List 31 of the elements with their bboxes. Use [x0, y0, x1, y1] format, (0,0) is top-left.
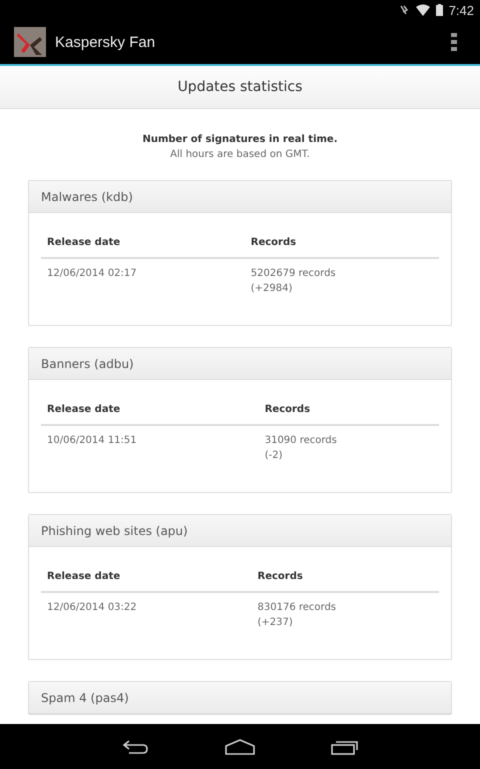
- column-header: Release date: [41, 563, 252, 592]
- records-cell-text: 5202679 records: [250, 267, 337, 281]
- card-title: Banners (adbu): [41, 356, 134, 370]
- date-cell: 12/06/2014 02:17: [47, 268, 137, 279]
- app-title: Kaspersky Fan: [55, 34, 156, 50]
- overflow-menu-icon[interactable]: [451, 33, 457, 51]
- column-header: Records: [252, 563, 439, 592]
- change-cell-text: (+2984): [250, 282, 294, 296]
- date-cell: 12/06/2014 03:22: [47, 602, 137, 613]
- back-icon[interactable]: [121, 738, 149, 754]
- records-cell-text: 830176 records: [258, 601, 338, 615]
- page-title: Updates statistics: [178, 79, 302, 95]
- card-title: Phishing web sites (apu): [41, 524, 188, 538]
- battery-icon: [436, 4, 443, 16]
- change-cell-text: (+237): [258, 616, 294, 630]
- intro-note: All hours are based on GMT.: [169, 149, 311, 160]
- app-logo-icon[interactable]: [14, 27, 46, 57]
- column-header: Records: [258, 396, 439, 425]
- intro-heading: Number of signatures in real time.: [141, 134, 339, 145]
- wifi-icon: [416, 4, 430, 16]
- card-title: Malwares (kdb): [41, 190, 133, 204]
- column-header: Release date: [41, 229, 245, 258]
- records-cell-text: 31090 records: [264, 434, 338, 448]
- recent-apps-icon[interactable]: [331, 738, 359, 754]
- card-title: Spam 4 (pas4): [41, 690, 129, 704]
- home-icon[interactable]: [225, 738, 255, 754]
- change-cell-text: (-2): [264, 449, 284, 463]
- column-header: Records: [244, 229, 439, 258]
- column-header: Release date: [41, 396, 259, 425]
- date-cell: 10/06/2014 11:51: [47, 435, 137, 446]
- clock: 7:42: [448, 2, 474, 18]
